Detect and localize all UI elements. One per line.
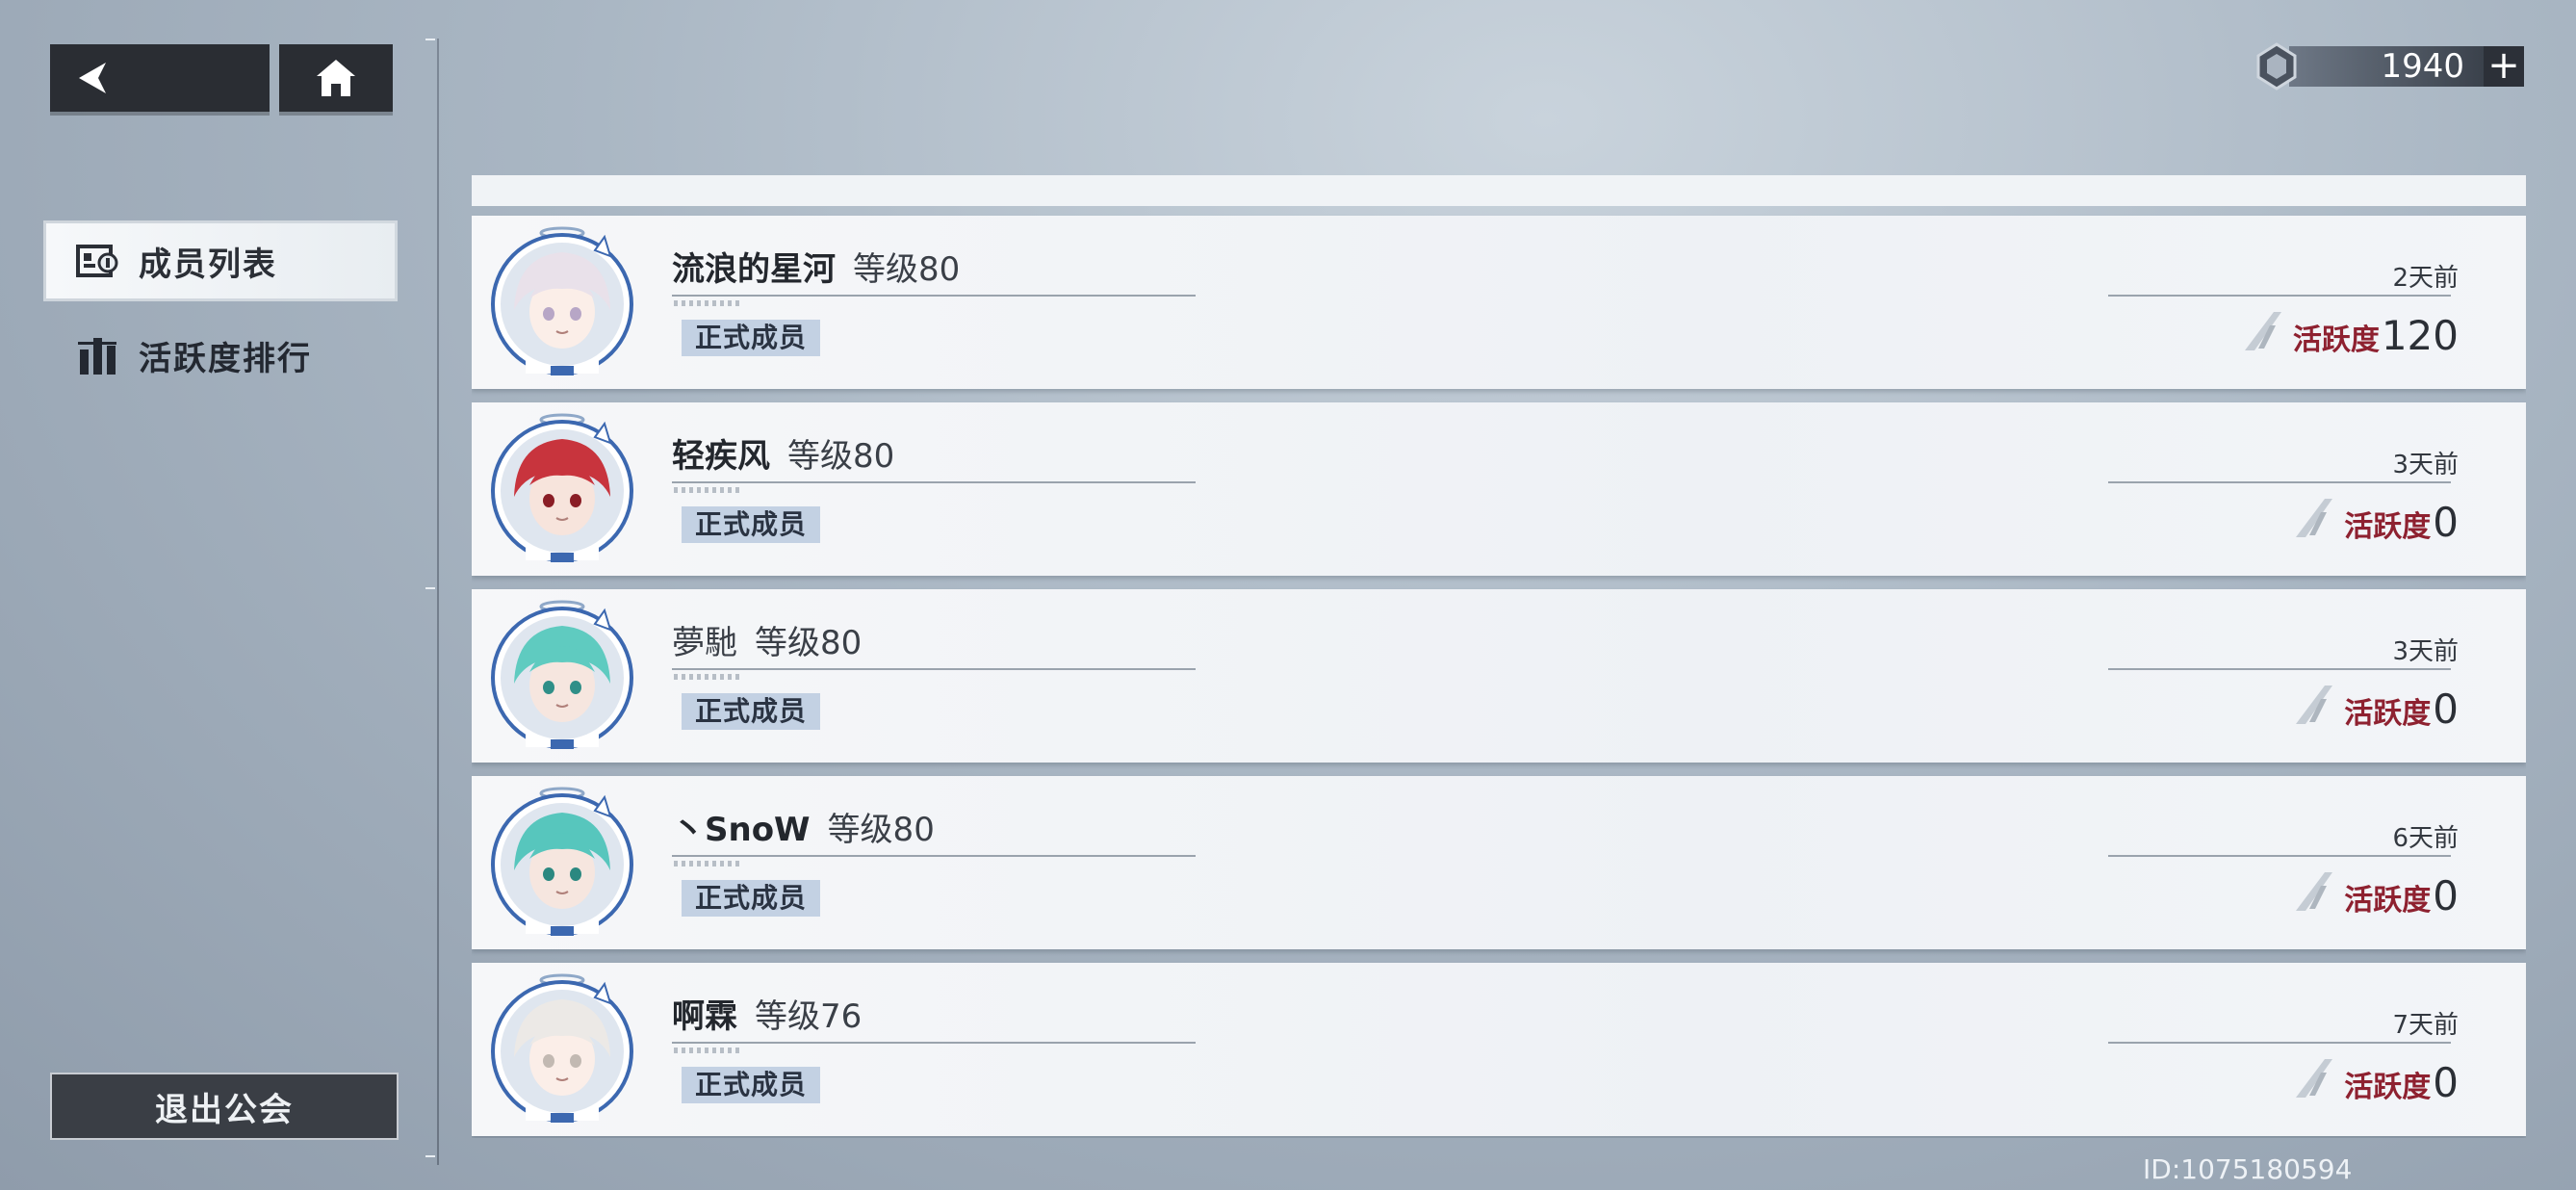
time-underline — [2108, 668, 2451, 670]
role-badge: 正式成员 — [682, 693, 821, 730]
activity-slash-icon — [2296, 1059, 2333, 1098]
activity-label: 活跃度 — [2344, 1071, 2432, 1104]
activity-score: 活跃度 0 — [2296, 1059, 2459, 1106]
last-seen-time: 3天前 — [2392, 637, 2459, 666]
back-button[interactable] — [50, 44, 270, 112]
member-row[interactable]: 夢馳 等级80 正式成员 3天前 活跃度 0 — [472, 589, 2526, 763]
member-name-line: 轻疾风 等级80 — [672, 429, 894, 477]
activity-label: 活跃度 — [2344, 697, 2432, 731]
member-row[interactable]: 丶SnoW 等级80 正式成员 6天前 活跃度 0 — [472, 776, 2526, 949]
activity-value: 0 — [2433, 1059, 2459, 1106]
activity-slash-icon — [2296, 872, 2333, 911]
member-level: 等级76 — [755, 997, 863, 1036]
activity-label: 活跃度 — [2344, 510, 2432, 544]
ranking-bars-icon — [75, 333, 119, 377]
activity-value: 0 — [2433, 499, 2459, 546]
avatar-frame-icon — [491, 600, 633, 749]
member-row[interactable]: 流浪的星河 等级80 正式成员 2天前 活跃度 120 — [472, 216, 2526, 389]
name-underline — [672, 295, 1196, 297]
last-seen-time: 2天前 — [2392, 264, 2459, 293]
exit-guild-button[interactable]: 退出公会 — [50, 1073, 399, 1140]
member-level: 等级80 — [853, 250, 961, 289]
sidebar-item-member-list[interactable]: 成员列表 — [46, 223, 395, 298]
avatar-frame-icon — [491, 226, 633, 375]
activity-value: 120 — [2381, 312, 2459, 359]
member-avatar[interactable] — [487, 784, 637, 942]
avatar-frame-icon — [491, 973, 633, 1123]
activity-value: 0 — [2433, 686, 2459, 733]
activity-score: 活跃度 120 — [2244, 312, 2459, 359]
currency-display: 1940 + — [2253, 42, 2524, 91]
name-underline-dots — [674, 1048, 741, 1053]
member-avatar[interactable] — [487, 223, 637, 381]
avatar-frame-icon — [491, 413, 633, 562]
member-name: 丶SnoW — [672, 811, 811, 849]
add-currency-button[interactable]: + — [2484, 46, 2524, 87]
activity-score: 活跃度 0 — [2296, 872, 2459, 919]
user-id-label: ID:1075180594 — [2143, 1153, 2353, 1185]
name-underline-dots — [674, 674, 741, 680]
activity-slash-icon — [2296, 686, 2333, 724]
member-avatar[interactable] — [487, 597, 637, 755]
activity-label: 活跃度 — [2344, 884, 2432, 918]
time-underline — [2108, 295, 2451, 297]
home-icon — [317, 60, 355, 96]
name-underline — [672, 1042, 1196, 1044]
member-level: 等级80 — [827, 811, 935, 849]
member-avatar[interactable] — [487, 970, 637, 1128]
role-badge: 正式成员 — [682, 320, 821, 356]
sidebar-item-label: 成员列表 — [139, 245, 277, 284]
member-name: 流浪的星河 — [672, 250, 836, 289]
currency-amount: 1940 — [2381, 47, 2464, 86]
back-arrow-icon — [79, 63, 106, 93]
divider-tick — [425, 1155, 435, 1157]
time-underline — [2108, 481, 2451, 483]
divider-tick — [425, 587, 435, 589]
list-item-partial — [472, 175, 2526, 206]
last-seen-time: 7天前 — [2392, 1011, 2459, 1040]
member-card-icon — [75, 239, 119, 283]
member-name: 夢馳 — [672, 624, 737, 662]
activity-value: 0 — [2433, 872, 2459, 919]
member-name: 啊霖 — [672, 997, 737, 1036]
activity-slash-icon — [2296, 499, 2333, 537]
time-underline — [2108, 1042, 2451, 1044]
member-level: 等级80 — [787, 437, 895, 476]
member-level: 等级80 — [755, 624, 863, 662]
sidebar-item-label: 活跃度排行 — [139, 339, 312, 378]
member-row[interactable]: 轻疾风 等级80 正式成员 3天前 活跃度 0 — [472, 402, 2526, 576]
member-avatar[interactable] — [487, 410, 637, 568]
sidebar-divider — [437, 39, 439, 1165]
member-name-line: 啊霖 等级76 — [672, 990, 862, 1037]
last-seen-time: 3天前 — [2392, 451, 2459, 479]
member-row[interactable]: 啊霖 等级76 正式成员 7天前 活跃度 0 — [472, 963, 2526, 1136]
last-seen-time: 6天前 — [2392, 824, 2459, 853]
sidebar-item-activity-ranking[interactable]: 活跃度排行 — [46, 318, 395, 393]
name-underline-dots — [674, 487, 741, 493]
avatar-frame-icon — [491, 787, 633, 936]
activity-score: 活跃度 0 — [2296, 686, 2459, 733]
name-underline — [672, 481, 1196, 483]
role-badge: 正式成员 — [682, 506, 821, 543]
currency-crystal-icon — [2256, 42, 2297, 91]
member-name: 轻疾风 — [672, 437, 770, 476]
name-underline-dots — [674, 300, 741, 306]
role-badge: 正式成员 — [682, 1067, 821, 1103]
activity-slash-icon — [2244, 312, 2281, 350]
divider-tick — [425, 39, 435, 40]
role-badge: 正式成员 — [682, 880, 821, 917]
time-underline — [2108, 855, 2451, 857]
name-underline — [672, 668, 1196, 670]
member-name-line: 流浪的星河 等级80 — [672, 243, 960, 290]
member-name-line: 夢馳 等级80 — [672, 616, 862, 663]
name-underline — [672, 855, 1196, 857]
name-underline-dots — [674, 861, 741, 867]
member-list[interactable]: 流浪的星河 等级80 正式成员 2天前 活跃度 120 轻疾风 等级80 正式成… — [472, 175, 2526, 1138]
activity-score: 活跃度 0 — [2296, 499, 2459, 546]
activity-label: 活跃度 — [2292, 323, 2380, 357]
member-name-line: 丶SnoW 等级80 — [672, 803, 935, 850]
home-button[interactable] — [279, 44, 393, 112]
